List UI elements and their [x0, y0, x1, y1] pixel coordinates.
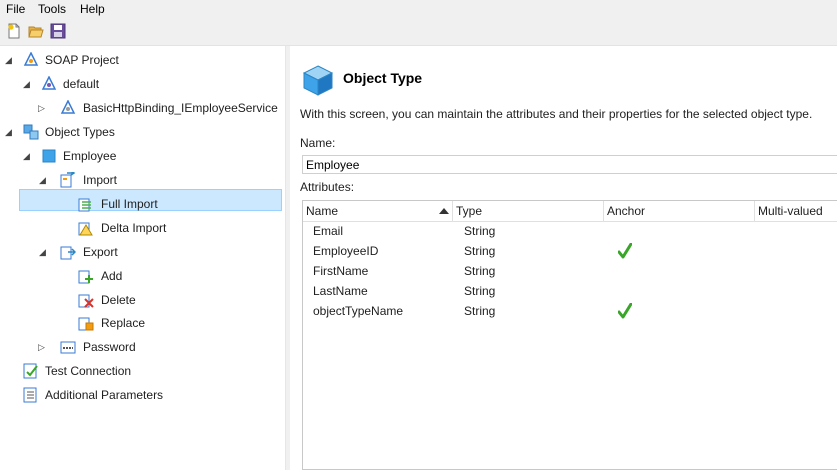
attributes-label: Attributes:: [300, 180, 355, 194]
object-types-icon: [23, 124, 39, 140]
tree-node-import[interactable]: ◢ Import: [39, 169, 279, 191]
object-type-panel: Object Type With this screen, you can ma…: [290, 46, 837, 470]
attributes-grid: Name Type Anchor Multi-valued Email Stri…: [302, 200, 837, 470]
tree-view: ◢ SOAP Project ◢ default ▷ BasicHttpBind…: [0, 46, 285, 470]
column-header-anchor[interactable]: Anchor: [604, 201, 755, 221]
binding-icon: [60, 100, 76, 114]
add-icon: [78, 270, 93, 284]
tree-node-delete[interactable]: Delete: [78, 289, 278, 311]
cell-type[interactable]: String: [464, 281, 495, 301]
menu-tools[interactable]: Tools: [38, 2, 66, 16]
tree-node-object-types[interactable]: ◢ Object Types: [5, 121, 275, 143]
name-field[interactable]: [302, 155, 837, 174]
tree-node-additional-parameters[interactable]: Additional Parameters: [5, 384, 275, 406]
page-description: With this screen, you can maintain the a…: [300, 107, 813, 121]
collapse-icon[interactable]: ◢: [23, 73, 33, 95]
open-folder-icon[interactable]: [28, 23, 44, 39]
collapse-icon[interactable]: ◢: [5, 121, 15, 143]
cell-type[interactable]: String: [464, 261, 495, 281]
tree-node-employee[interactable]: ◢ Employee: [23, 145, 278, 167]
cell-name[interactable]: EmployeeID: [313, 241, 378, 261]
sort-ascending-icon: [439, 208, 449, 214]
cell-type[interactable]: String: [464, 221, 495, 241]
cell-type[interactable]: String: [464, 301, 495, 321]
tree-label: Add: [101, 269, 123, 283]
column-header-name[interactable]: Name: [303, 201, 453, 221]
tree-label: Password: [83, 340, 136, 354]
soap-project-icon: [23, 52, 39, 66]
menu-file[interactable]: File: [6, 2, 25, 16]
tree-node-default[interactable]: ◢ default: [23, 73, 273, 95]
cell-name[interactable]: LastName: [313, 281, 368, 301]
tree-node-export[interactable]: ◢ Export: [39, 241, 279, 263]
menu-help[interactable]: Help: [80, 2, 105, 16]
tree-label: Test Connection: [45, 364, 132, 378]
tree-label: default: [63, 77, 100, 91]
cell-type[interactable]: String: [464, 241, 495, 261]
tree-node-full-import[interactable]: Full Import: [78, 193, 278, 215]
tree-label: SOAP Project: [45, 53, 119, 67]
full-import-icon: [78, 198, 91, 212]
tree-label: Employee: [63, 149, 117, 163]
object-type-cube-icon: [302, 65, 334, 96]
anchor-check-icon[interactable]: [618, 243, 632, 259]
tree-node-soap-project[interactable]: ◢ SOAP Project: [5, 49, 275, 71]
save-icon[interactable]: [50, 23, 66, 39]
collapse-icon[interactable]: ◢: [39, 241, 49, 263]
header-divider: [303, 221, 837, 222]
page-title: Object Type: [343, 70, 423, 86]
tree-label: Full Import: [101, 197, 158, 211]
export-icon: [60, 246, 76, 260]
cell-name[interactable]: FirstName: [313, 261, 368, 281]
collapse-icon[interactable]: ◢: [5, 49, 15, 71]
tree-label: Delta Import: [101, 221, 167, 235]
tree-label: Export: [83, 245, 118, 259]
additional-parameters-icon: [23, 387, 37, 403]
tree-label: Object Types: [45, 125, 115, 139]
collapse-icon[interactable]: ◢: [39, 169, 49, 191]
import-icon: [60, 172, 76, 188]
tree-label: Delete: [101, 293, 136, 307]
delete-icon: [78, 294, 94, 308]
test-connection-icon: [23, 363, 38, 379]
collapse-icon[interactable]: ◢: [23, 145, 33, 167]
password-icon: [60, 341, 76, 354]
name-label: Name:: [300, 136, 336, 150]
object-type-icon: [42, 149, 56, 163]
tree-label: BasicHttpBinding_IEmployeeService: [83, 101, 278, 115]
tree-node-test-connection[interactable]: Test Connection: [5, 360, 275, 382]
menu-bar: File Tools Help: [0, 0, 837, 19]
tree-node-password[interactable]: ▷ Password: [38, 336, 278, 358]
column-header-type[interactable]: Type: [453, 201, 604, 221]
tree-label: Import: [83, 173, 118, 187]
delta-import-icon: [78, 222, 93, 236]
column-header-multi-valued[interactable]: Multi-valued: [755, 201, 837, 221]
expand-icon[interactable]: ▷: [38, 336, 48, 358]
tree-node-add[interactable]: Add: [78, 265, 278, 287]
anchor-check-icon[interactable]: [618, 303, 632, 319]
tree-node-binding[interactable]: ▷ BasicHttpBinding_IEmployeeService: [38, 97, 283, 119]
endpoint-icon: [41, 76, 57, 90]
tree-node-replace[interactable]: Replace: [78, 312, 278, 334]
expand-icon[interactable]: ▷: [38, 97, 48, 119]
tree-label: Additional Parameters: [45, 388, 164, 402]
replace-icon: [78, 317, 94, 331]
new-icon[interactable]: [6, 23, 22, 39]
tree-label: Replace: [101, 316, 146, 330]
tree-node-delta-import[interactable]: Delta Import: [78, 217, 278, 239]
toolbar: [0, 19, 837, 46]
cell-name[interactable]: objectTypeName: [313, 301, 403, 321]
cell-name[interactable]: Email: [313, 221, 343, 241]
